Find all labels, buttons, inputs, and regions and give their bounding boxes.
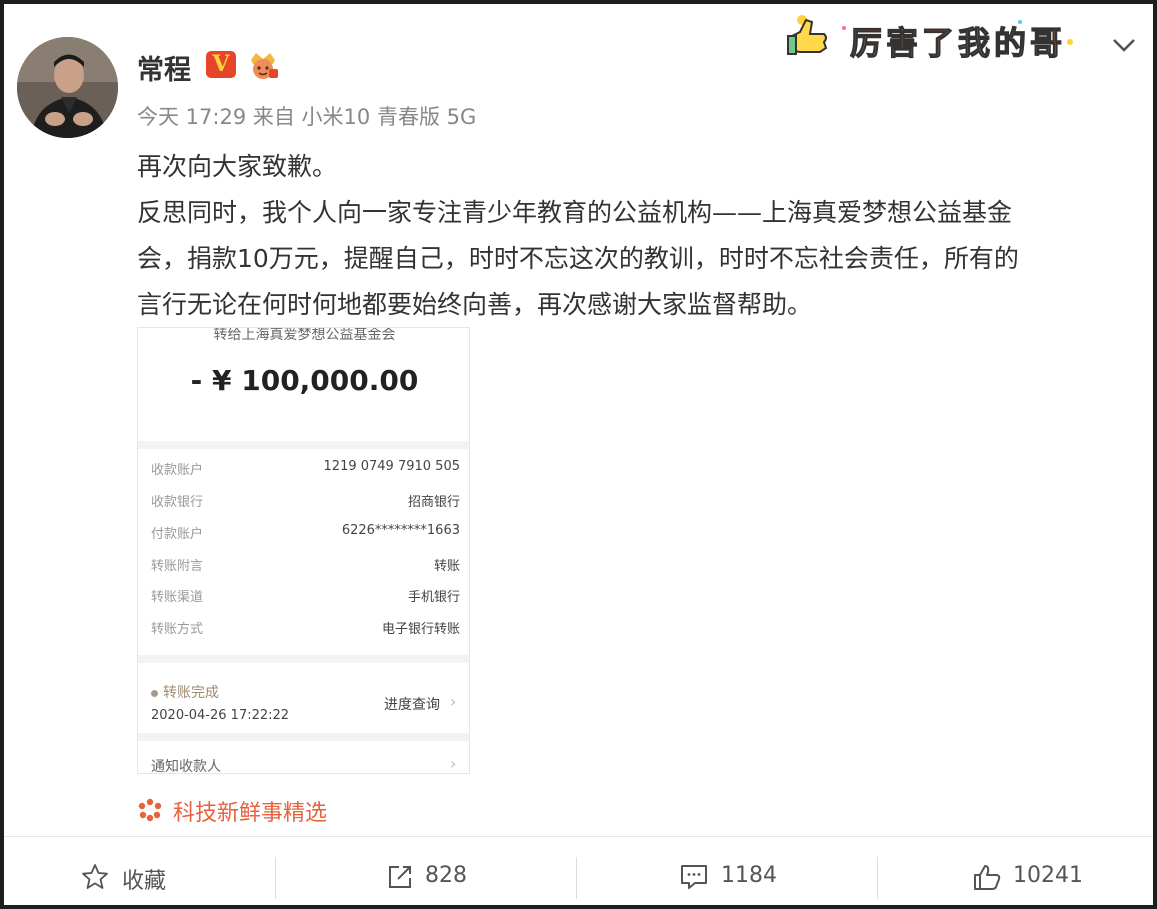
post-line: 反思同时，我个人向一家专注青少年教育的公益机构——上海真爱梦想公益基金 [137,198,1013,227]
transfer-receipt-image[interactable]: 转给上海真爱梦想公益基金会 - ¥ 100,000.00 收款账户 1219 0… [137,327,470,774]
receipt-recipient-title: 转给上海真爱梦想公益基金会 [213,327,396,343]
repost-count: 828 [425,863,467,888]
repost-button[interactable]: 828 [291,837,578,905]
thumbs-up-icon [974,865,1001,890]
chevron-right-icon: › [450,692,457,711]
receipt-details: 收款账户 1219 0749 7910 505 收款银行 招商银行 付款账户 6… [138,449,469,655]
post-line: 言行无论在何时何地都要始终向善，再次感谢大家监督帮助。 [137,290,813,319]
divider [275,857,276,899]
receipt-amount: - ¥ 100,000.00 [190,364,419,397]
chevron-down-icon[interactable] [1109,34,1139,56]
source-label[interactable]: 科技新鲜事精选 [173,795,327,827]
receipt-row: 收款银行 招商银行 [138,491,469,521]
receipt-row: 转账方式 电子银行转账 [138,618,469,648]
favorite-label: 收藏 [122,869,167,894]
receipt-row-key: 收款银行 [151,495,204,510]
receipt-status: 转账完成 2020-04-26 17:22:22 进度查询 › [138,663,469,733]
receipt-notify: 通知收款人 › [138,741,469,774]
divider [576,857,577,899]
receipt-row-value: 招商银行 [407,495,460,510]
receipt-status-label: 转账完成 [163,685,219,701]
weibo-post-card: 常程 V 今天 17:29 来自 小米10 青春版 5G 厉害了我的哥 再次向大… [4,4,1153,905]
receipt-row: 付款账户 6226********1663 [138,523,469,553]
receipt-status-date: 2020-04-26 17:22:22 [151,708,290,723]
receipt-row-value: 6226********1663 [341,523,460,538]
receipt-row-value: 1219 0749 7910 505 [323,459,460,474]
flower-source-icon [138,798,162,822]
post-text: 再次向大家致歉。 反思同时，我个人向一家专注青少年教育的公益机构——上海真爱梦想… [137,144,1137,328]
chevron-right-icon: › [450,754,457,773]
crown-member-icon[interactable] [247,48,279,80]
verified-badge-icon: V [206,51,236,78]
comment-count: 1184 [721,863,777,888]
receipt-row: 收款账户 1219 0749 7910 505 [138,459,469,489]
receipt-row: 转账附言 转账 [138,555,469,585]
receipt-row-key: 转账渠道 [151,590,204,605]
receipt-row-value: 电子银行转账 [381,622,460,637]
post-line: 会，捐款10万元，提醒自己，时时不忘这次的教训，时时不忘社会责任，所有的 [137,244,1019,273]
star-icon [82,864,108,889]
receipt-row-value: 转账 [433,559,460,574]
receipt-row-key: 转账附言 [151,559,204,574]
status-dot-icon [151,690,158,697]
receipt-row-key: 收款账户 [151,463,204,478]
avatar[interactable] [17,37,118,138]
like-count: 10241 [1013,863,1083,888]
receipt-row-key: 转账方式 [151,622,204,637]
sticker-text: 厉害了我的哥 [850,24,1066,62]
username[interactable]: 常程 [137,48,191,87]
share-icon [389,866,411,888]
notify-recipient-label: 通知收款人 [151,759,221,774]
receipt-header: 转给上海真爱梦想公益基金会 - ¥ 100,000.00 [138,327,469,441]
favorite-button[interactable]: 收藏 [4,837,291,905]
receipt-row: 转账渠道 手机银行 [138,586,469,616]
comment-icon [681,865,707,889]
decorative-sticker: 厉害了我的哥 [780,8,1080,68]
like-button[interactable]: 10241 [878,837,1153,905]
receipt-row-value: 手机银行 [407,590,460,605]
post-timestamp-source: 今天 17:29 来自 小米10 青春版 5G [137,105,477,129]
receipt-row-key: 付款账户 [151,527,204,542]
progress-query-link: 进度查询 [384,697,440,713]
comment-button[interactable]: 1184 [578,837,865,905]
post-line: 再次向大家致歉。 [137,152,338,181]
